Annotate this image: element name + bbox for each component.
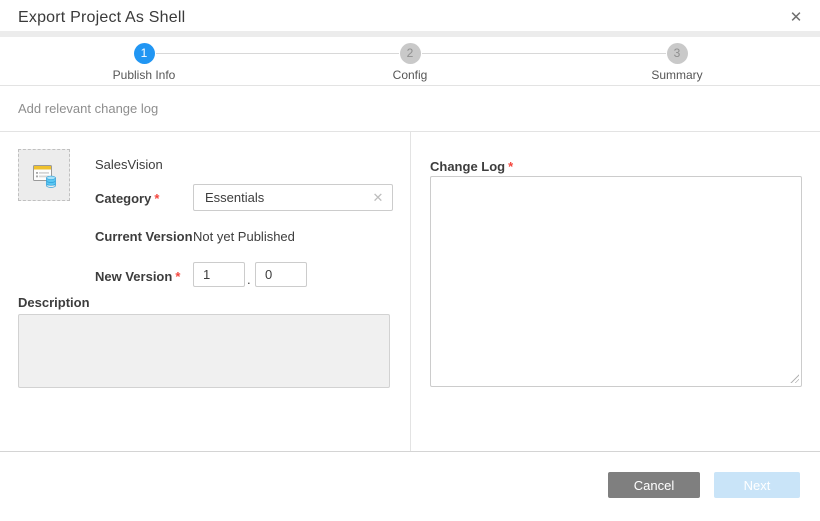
project-thumbnail [18,149,70,201]
current-version-label: Current Version [95,229,193,244]
category-input[interactable] [193,184,393,211]
category-label: Category* [95,191,159,206]
required-asterisk: * [175,269,180,284]
step-label: Publish Info [113,68,176,82]
subtitle-bar: Add relevant change log [0,86,820,132]
step-label: Config [393,68,428,82]
project-name: SalesVision [95,157,163,172]
panel-divider [410,132,411,451]
step-number-badge: 2 [400,43,421,64]
close-icon: ✕ [790,9,803,26]
version-major-input[interactable] [193,262,245,287]
description-textarea [18,314,390,388]
dialog-content: SalesVision Category* ✕ Current Version … [0,132,820,451]
required-asterisk: * [508,159,513,174]
step-number-badge: 1 [134,43,155,64]
close-button[interactable]: ✕ [782,4,810,32]
step-config[interactable]: 2 Config [350,43,470,82]
category-clear-button[interactable]: ✕ [369,189,387,207]
wizard-stepper: 1 Publish Info 2 Config 3 Summary [0,37,820,86]
description-label: Description [18,295,90,310]
next-button[interactable]: Next [714,472,800,498]
change-log-textarea[interactable] [430,176,802,387]
current-version-value: Not yet Published [193,229,295,244]
version-separator: . [247,272,251,287]
new-version-label: New Version* [95,269,180,284]
required-asterisk: * [154,191,159,206]
version-minor-input[interactable] [255,262,307,287]
cancel-button[interactable]: Cancel [608,472,700,498]
step-label: Summary [651,68,702,82]
dialog-title-bar: Export Project As Shell ✕ [0,0,820,37]
app-shell-icon [29,160,59,190]
step-number-badge: 3 [667,43,688,64]
step-publish-info[interactable]: 1 Publish Info [84,43,204,82]
change-log-label: Change Log* [430,159,513,174]
export-project-dialog: Export Project As Shell ✕ 1 Publish Info… [0,0,820,521]
clear-icon: ✕ [373,190,384,205]
step-summary[interactable]: 3 Summary [617,43,737,82]
dialog-footer: Cancel Next [0,451,820,515]
subtitle-text: Add relevant change log [18,101,158,116]
dialog-title: Export Project As Shell [18,9,185,27]
